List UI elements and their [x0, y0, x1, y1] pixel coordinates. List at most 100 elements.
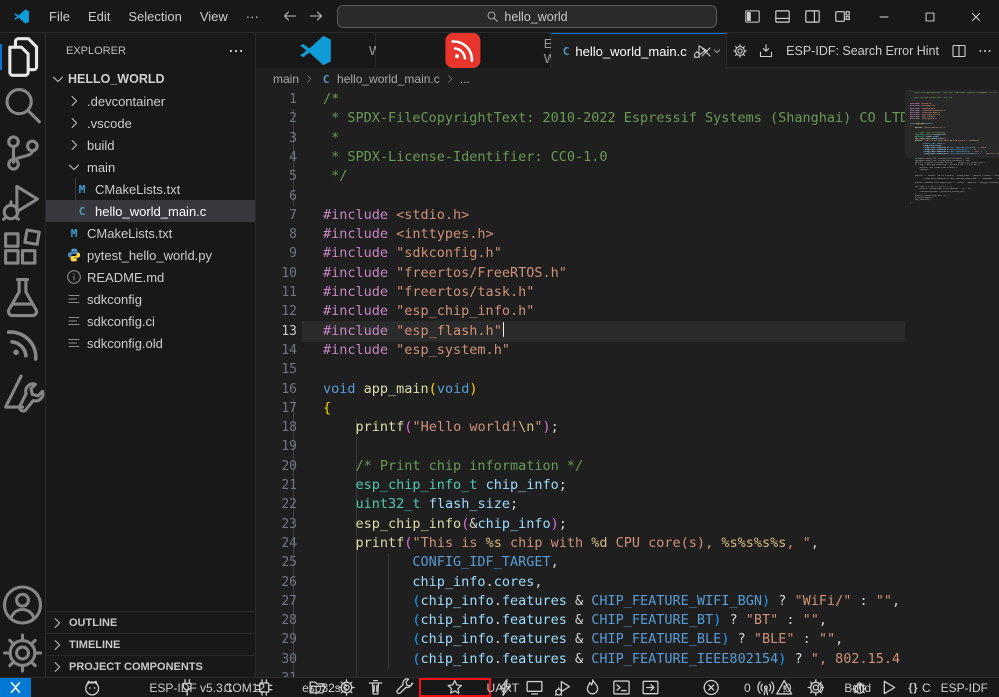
tab-esp-idf-welcome[interactable]: ESP-IDF Welcome — [376, 33, 551, 68]
chevron-right-icon — [66, 115, 82, 131]
status-build-task[interactable]: Build — [786, 678, 846, 697]
go-back-icon[interactable] — [282, 8, 298, 24]
gear-icon — [337, 678, 356, 697]
status-monitor-device[interactable] — [520, 678, 549, 697]
status-espidf-version[interactable]: ESP-IDF v5.3.1 — [34, 678, 150, 697]
status-debug-task[interactable] — [845, 678, 874, 697]
line-content: (chip_info.features & CHIP_FEATURE_IEEE8… — [323, 650, 905, 669]
status-ports-forwarded[interactable]: 0 — [746, 678, 786, 697]
python-icon — [66, 247, 82, 263]
octoface-icon — [39, 678, 145, 697]
menu-more[interactable]: ··· — [237, 0, 268, 32]
breadcrumb: main Chello_world_main.c... — [256, 68, 999, 90]
more-actions-icon[interactable] — [977, 43, 993, 59]
section-timeline[interactable]: TIMELINE — [46, 633, 255, 655]
line-number: 26 — [256, 573, 297, 592]
status-debug-device[interactable] — [549, 678, 578, 697]
activity-item-run-and-debug[interactable] — [0, 177, 45, 225]
status-full-clean[interactable] — [361, 678, 390, 697]
menu-view[interactable]: View — [191, 0, 237, 32]
status-select-project-folder[interactable] — [303, 678, 332, 697]
chevron-down-icon[interactable] — [712, 46, 722, 56]
status-espidf-extension[interactable]: ESP-IDF — [936, 678, 999, 697]
tree-item-sdkconfig[interactable]: sdkconfig — [46, 288, 255, 310]
tree-item-readme-md[interactable]: README.md — [46, 266, 255, 288]
tree-item-cmakelists-txt[interactable]: MCMakeLists.txt — [46, 178, 255, 200]
esp-idf-search-error-hint-button[interactable]: ESP-IDF: Search Error Hint — [786, 44, 939, 58]
command-center-search[interactable]: hello_world — [337, 5, 717, 28]
code-line-4: 4 * SPDX-License-Identifier: CC0-1.0 — [256, 148, 905, 167]
line-content: { — [323, 399, 331, 418]
customize-layout-icon[interactable] — [834, 8, 851, 25]
status-terminal[interactable] — [607, 678, 636, 697]
more-actions-icon[interactable] — [227, 42, 245, 60]
minimap-slider[interactable] — [905, 90, 999, 158]
activity-item-extensions[interactable] — [0, 225, 45, 273]
activity-item-explorer[interactable] — [0, 33, 45, 81]
editor-group: WelcomeESP-IDF Welcome Chello_world_main.… — [256, 33, 999, 677]
tree-item-cmakelists-txt[interactable]: MCMakeLists.txt — [46, 222, 255, 244]
tree-item-main[interactable]: main — [46, 156, 255, 178]
toggle-panel-icon[interactable] — [774, 8, 791, 25]
breadcrumb-label: ... — [460, 72, 470, 86]
status-device-target[interactable]: esp32s3 — [225, 678, 303, 697]
breadcrumb-item[interactable]: main — [273, 72, 299, 86]
activity-item-esp-idf-explorer[interactable] — [0, 321, 45, 369]
wrench-icon — [395, 678, 414, 697]
minimap[interactable]: /* * SPDX-FileCopyrightText: 2010-2022 E… — [905, 90, 999, 677]
code-editor[interactable]: 1/*2 * SPDX-FileCopyrightText: 2010-2022… — [256, 90, 999, 677]
flame-icon — [583, 678, 602, 697]
activity-item-manage[interactable] — [0, 629, 45, 677]
status-open-idf-terminal[interactable] — [636, 678, 665, 697]
go-forward-icon[interactable] — [308, 8, 324, 24]
status-sdk-configuration[interactable] — [332, 678, 361, 697]
tab-welcome[interactable]: Welcome — [256, 33, 376, 68]
status-custom-task[interactable] — [390, 678, 419, 697]
tree-item-pytest-hello-world-py[interactable]: pytest_hello_world.py — [46, 244, 255, 266]
tree-item-build[interactable]: build — [46, 134, 255, 156]
status-run-task[interactable] — [874, 678, 903, 697]
tree-item--vscode[interactable]: .vscode — [46, 112, 255, 134]
tree-item-hello-world-main-c[interactable]: Chello_world_main.c — [46, 200, 255, 222]
tree-item--devcontainer[interactable]: .devcontainer — [46, 90, 255, 112]
run-or-debug-icon[interactable] — [693, 43, 709, 59]
menu-selection[interactable]: Selection — [119, 0, 190, 32]
close-button[interactable] — [953, 0, 999, 33]
toggle-primary-sidebar-icon[interactable] — [744, 8, 761, 25]
tree-root-hello-world[interactable]: HELLO_WORLD — [46, 68, 255, 90]
tree-item-sdkconfig-ci[interactable]: sdkconfig.ci — [46, 310, 255, 332]
trash-icon — [366, 678, 385, 697]
breadcrumb-item[interactable]: Chello_world_main.c — [319, 72, 440, 86]
tree-item-label: sdkconfig — [87, 292, 142, 307]
tree-item-sdkconfig-old[interactable]: sdkconfig.old — [46, 332, 255, 354]
gear-icon[interactable] — [732, 43, 748, 59]
code-line-13: 13#include "esp_flash.h" — [256, 322, 905, 341]
breadcrumb-label: hello_world_main.c — [337, 72, 440, 86]
minimize-button[interactable] — [861, 0, 907, 33]
code-area: 1/*2 * SPDX-FileCopyrightText: 2010-2022… — [256, 90, 905, 677]
split-editor-icon[interactable] — [951, 43, 967, 59]
line-content: printf("Hello world!\n"); — [323, 418, 559, 437]
toggle-secondary-sidebar-icon[interactable] — [804, 8, 821, 25]
line-number: 27 — [256, 592, 297, 611]
menu-file[interactable]: File — [40, 0, 79, 32]
maximize-button[interactable] — [907, 0, 953, 33]
status-problems[interactable]: 00 — [676, 678, 746, 697]
activity-item-search[interactable] — [0, 81, 45, 129]
status-remote[interactable] — [0, 678, 31, 697]
section-outline[interactable]: OUTLINE — [46, 611, 255, 633]
status-flash-device[interactable] — [491, 678, 520, 697]
activity-item-testing[interactable] — [0, 273, 45, 321]
status-serial-port[interactable]: COM12 — [150, 678, 224, 697]
install-icon[interactable] — [758, 43, 774, 59]
activity-item-accounts[interactable] — [0, 581, 45, 629]
menu-edit[interactable]: Edit — [79, 0, 119, 32]
line-number: 3 — [256, 129, 297, 148]
status-build-flash-monitor[interactable] — [578, 678, 607, 697]
section-project-components[interactable]: PROJECT COMPONENTS — [46, 655, 255, 677]
activity-item-esp-idf-tools[interactable] — [0, 369, 45, 417]
status-language-mode[interactable]: {}C — [903, 678, 935, 697]
status-flash-method[interactable]: UART — [419, 678, 490, 697]
breadcrumb-item[interactable]: ... — [460, 72, 470, 86]
activity-item-source-control[interactable] — [0, 129, 45, 177]
